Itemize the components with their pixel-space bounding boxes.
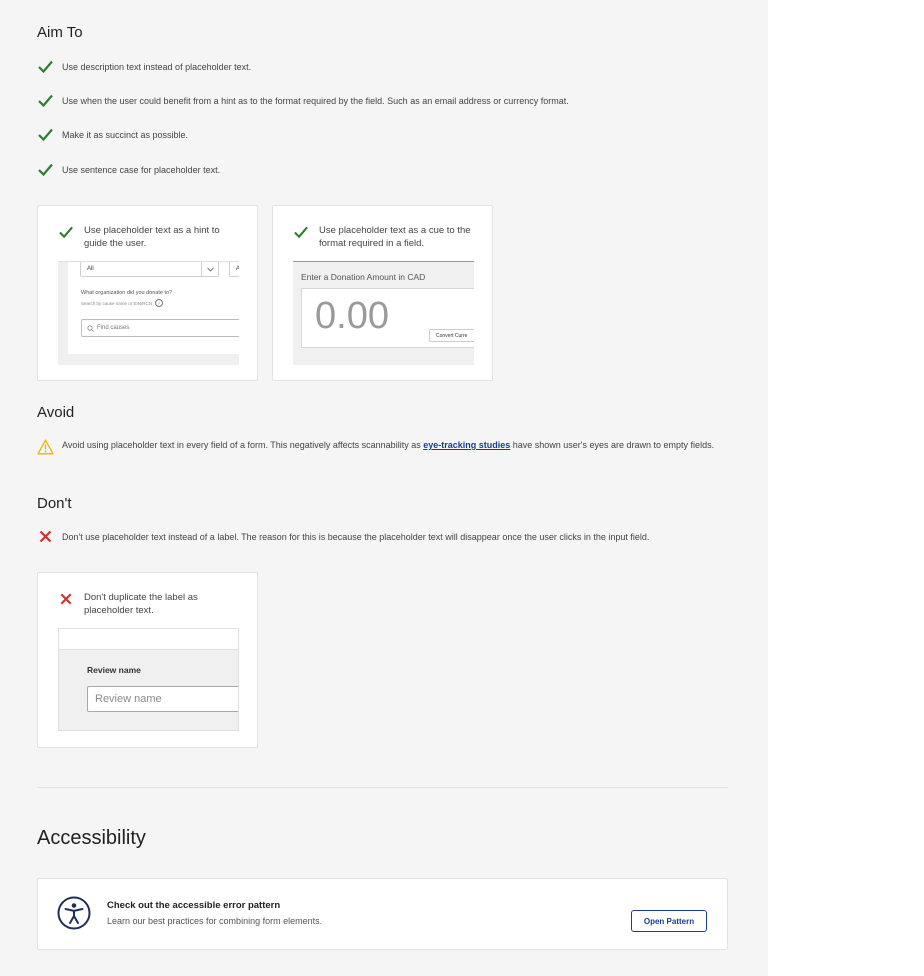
avoid-heading: Avoid	[37, 404, 75, 421]
aim-item-text: Use when the user could benefit from a h…	[62, 95, 569, 106]
dont-example-card: Don't duplicate the label as placeholder…	[37, 572, 258, 748]
donation-label: Enter a Donation Amount in CAD	[301, 272, 426, 282]
review-name-input: Review name	[87, 686, 238, 712]
accessibility-card-title: Check out the accessible error pattern	[107, 900, 281, 911]
select-value: All	[87, 266, 94, 272]
check-icon	[38, 60, 53, 74]
warning-icon	[37, 439, 54, 455]
category-select: All	[80, 262, 219, 277]
amount-placeholder: 0.00	[315, 295, 389, 337]
aim-item: Make it as succinct as possible.	[37, 126, 188, 143]
search-placeholder: Find causes	[97, 325, 130, 331]
example-illustration: Review name Review name	[58, 628, 239, 731]
dont-heading: Don't	[37, 495, 72, 512]
card-header: Use placeholder text as a cue to the for…	[293, 224, 479, 250]
card-header: Use placeholder text as a hint to guide …	[58, 224, 244, 250]
review-name-placeholder: Review name	[95, 693, 162, 705]
cross-icon	[39, 530, 52, 543]
helper-text: Search by cause name or EIN/RCN	[81, 300, 153, 306]
avoid-item: Avoid using placeholder text in every fi…	[37, 439, 729, 455]
section-divider	[37, 787, 728, 788]
example-illustration: Enter a Donation Amount in CAD 0.00 Conv…	[293, 261, 474, 365]
donation-amount-input: 0.00 Convert Curre	[301, 288, 474, 348]
accessibility-card-description: Learn our best practices for combining f…	[107, 916, 323, 926]
question-label: What organization did you donate to?	[81, 290, 173, 296]
aim-item: Use when the user could benefit from a h…	[37, 92, 569, 109]
accessibility-heading: Accessibility	[37, 827, 146, 849]
accessibility-card: Check out the accessible error pattern L…	[37, 878, 728, 950]
check-icon	[38, 94, 53, 108]
card-caption: Use placeholder text as a hint to guide …	[84, 225, 220, 249]
select-value: A	[236, 266, 239, 272]
card-caption: Use placeholder text as a cue to the for…	[319, 225, 471, 249]
accessibility-icon	[57, 896, 91, 930]
avoid-text: Avoid using placeholder text in every fi…	[62, 439, 714, 452]
aim-heading: Aim To	[37, 24, 83, 41]
second-select: A	[229, 262, 239, 277]
aim-item: Use sentence case for placeholder text.	[37, 161, 220, 178]
avoid-text-end: have shown user's eyes are drawn to empt…	[510, 440, 715, 450]
cause-search-input: Find causes	[81, 319, 239, 337]
card-caption: Don't duplicate the label as placeholder…	[84, 592, 198, 616]
dont-item-text: Don't use placeholder text instead of a …	[62, 531, 650, 542]
example-panel: All A What organization did you donate t…	[68, 262, 239, 354]
review-name-label: Review name	[87, 665, 141, 675]
help-icon: ?	[155, 299, 164, 307]
helper-row: Search by cause name or EIN/RCN ?	[81, 299, 164, 307]
chevron-down-icon	[201, 262, 218, 277]
convert-currency-button: Convert Curre	[429, 329, 474, 342]
aim-item-text: Use sentence case for placeholder text.	[62, 164, 221, 175]
aim-item-text: Make it as succinct as possible.	[62, 129, 189, 140]
do-example-card: Use placeholder text as a hint to guide …	[37, 205, 258, 381]
do-example-card: Use placeholder text as a cue to the for…	[272, 205, 493, 381]
card-header: Don't duplicate the label as placeholder…	[58, 591, 244, 617]
check-icon	[38, 128, 53, 142]
check-icon	[294, 226, 308, 239]
check-icon	[59, 226, 73, 239]
aim-item-text: Use description text instead of placehol…	[62, 61, 252, 72]
open-pattern-button[interactable]: Open Pattern	[631, 910, 707, 932]
search-icon	[87, 324, 94, 332]
cross-icon	[60, 593, 72, 605]
aim-item: Use description text instead of placehol…	[37, 58, 251, 75]
dont-item: Don't use placeholder text instead of a …	[37, 528, 649, 545]
eye-tracking-studies-link[interactable]: eye-tracking studies	[423, 440, 510, 450]
check-icon	[38, 163, 53, 177]
main-content: Aim To Use description text instead of p…	[0, 0, 768, 976]
example-top-bar	[59, 629, 238, 650]
example-illustration: All A What organization did you donate t…	[58, 261, 239, 365]
avoid-text-start: Avoid using placeholder text in every fi…	[62, 440, 424, 450]
